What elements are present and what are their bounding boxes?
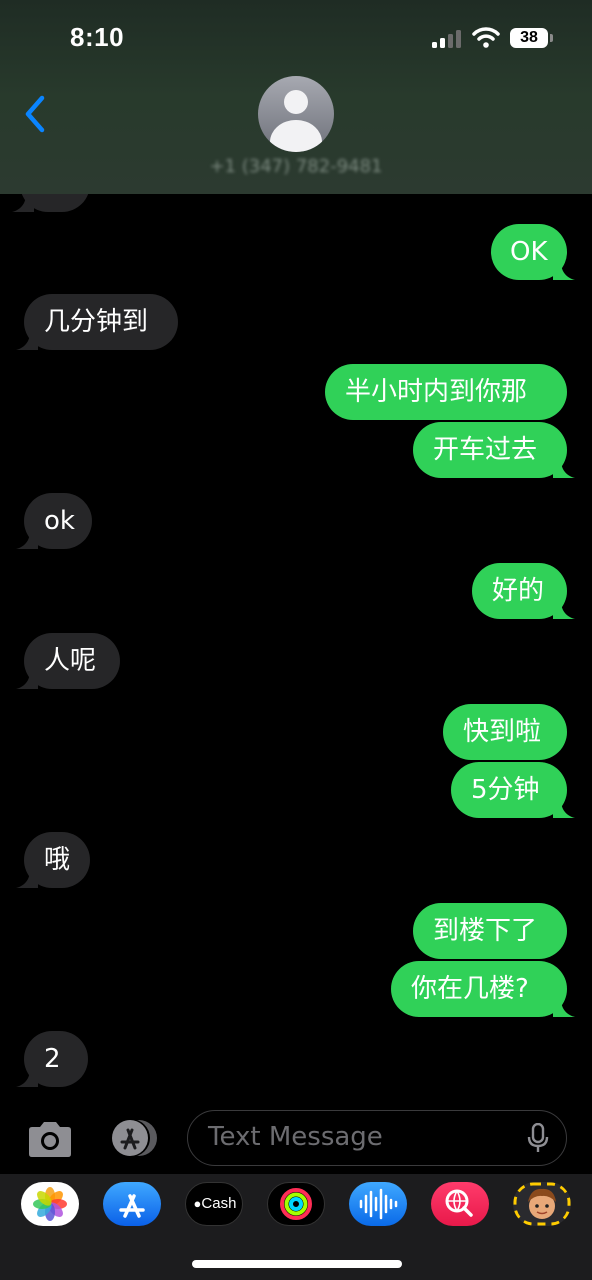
message-text: 你在几楼? [411, 974, 529, 1004]
message-text: 到楼下了 [433, 916, 538, 946]
microphone-icon[interactable] [526, 1123, 550, 1153]
message-text: ok [44, 506, 75, 536]
status-time: 8:10 [70, 22, 125, 52]
message-text: 好的 [492, 576, 545, 606]
message-text: 几分钟到 [44, 307, 149, 337]
message-bubble-sent[interactable]: 半小时内到你那 [325, 364, 567, 420]
message-bubble-received[interactable]: 人呢 [16, 633, 120, 689]
message-bubble-sent[interactable]: OK [491, 224, 575, 280]
message-input-placeholder: Text Message [208, 1122, 383, 1152]
message-input[interactable]: Text Message [187, 1110, 567, 1166]
back-button[interactable] [20, 92, 54, 136]
message-text: 快到啦 [463, 717, 542, 747]
camera-button[interactable] [25, 1120, 75, 1160]
memoji-app-icon[interactable] [513, 1182, 571, 1226]
person-placeholder-icon [284, 90, 308, 114]
status-bar: 8:10 38 [0, 0, 592, 78]
apple-cash-app-icon[interactable]: ●Cash [185, 1182, 243, 1226]
message-bubble-sent[interactable]: 你在几楼? [391, 961, 575, 1017]
message-bubble-sent[interactable]: 5分钟 [451, 762, 575, 818]
message-bubble-received[interactable]: 几分钟到 [16, 294, 178, 350]
app-store-icon [112, 1119, 157, 1157]
contact-avatar[interactable] [258, 76, 334, 152]
camera-icon [29, 1122, 71, 1157]
message-text: 人呢 [44, 646, 97, 676]
apple-cash-label: Cash [201, 1195, 237, 1212]
app-store-app-icon[interactable] [103, 1182, 161, 1226]
battery-icon: 38 [510, 28, 548, 48]
home-indicator[interactable] [192, 1260, 402, 1268]
activity-app-icon[interactable] [267, 1182, 325, 1226]
message-bubble-sent[interactable]: 快到啦 [443, 704, 567, 760]
chevron-left-icon [25, 95, 45, 133]
message-text: 5分钟 [471, 775, 540, 805]
message-text: 哦 [44, 845, 71, 875]
photos-app-icon[interactable] [21, 1182, 79, 1226]
web-search-app-icon[interactable] [431, 1182, 489, 1226]
message-bubble-received[interactable]: 2 [16, 1031, 88, 1087]
audio-message-app-icon[interactable] [349, 1182, 407, 1226]
wifi-icon [472, 27, 500, 48]
apps-button[interactable] [105, 1118, 161, 1158]
message-text: OK [510, 237, 548, 267]
contact-name[interactable]: +1 (347) 782-9481 [170, 152, 422, 182]
message-text: 半小时内到你那 [345, 377, 528, 407]
message-text: 开车过去 [433, 435, 538, 465]
cellular-signal-icon [432, 30, 464, 48]
message-bubble-sent[interactable]: 好的 [472, 563, 575, 619]
message-bubble-sent[interactable]: 到楼下了 [413, 903, 567, 959]
message-bubble-sent[interactable]: 开车过去 [413, 422, 575, 478]
message-bubble-received[interactable]: ok [16, 493, 92, 549]
message-text: 2 [44, 1044, 61, 1074]
message-bubble-received[interactable]: 哦 [16, 832, 90, 888]
